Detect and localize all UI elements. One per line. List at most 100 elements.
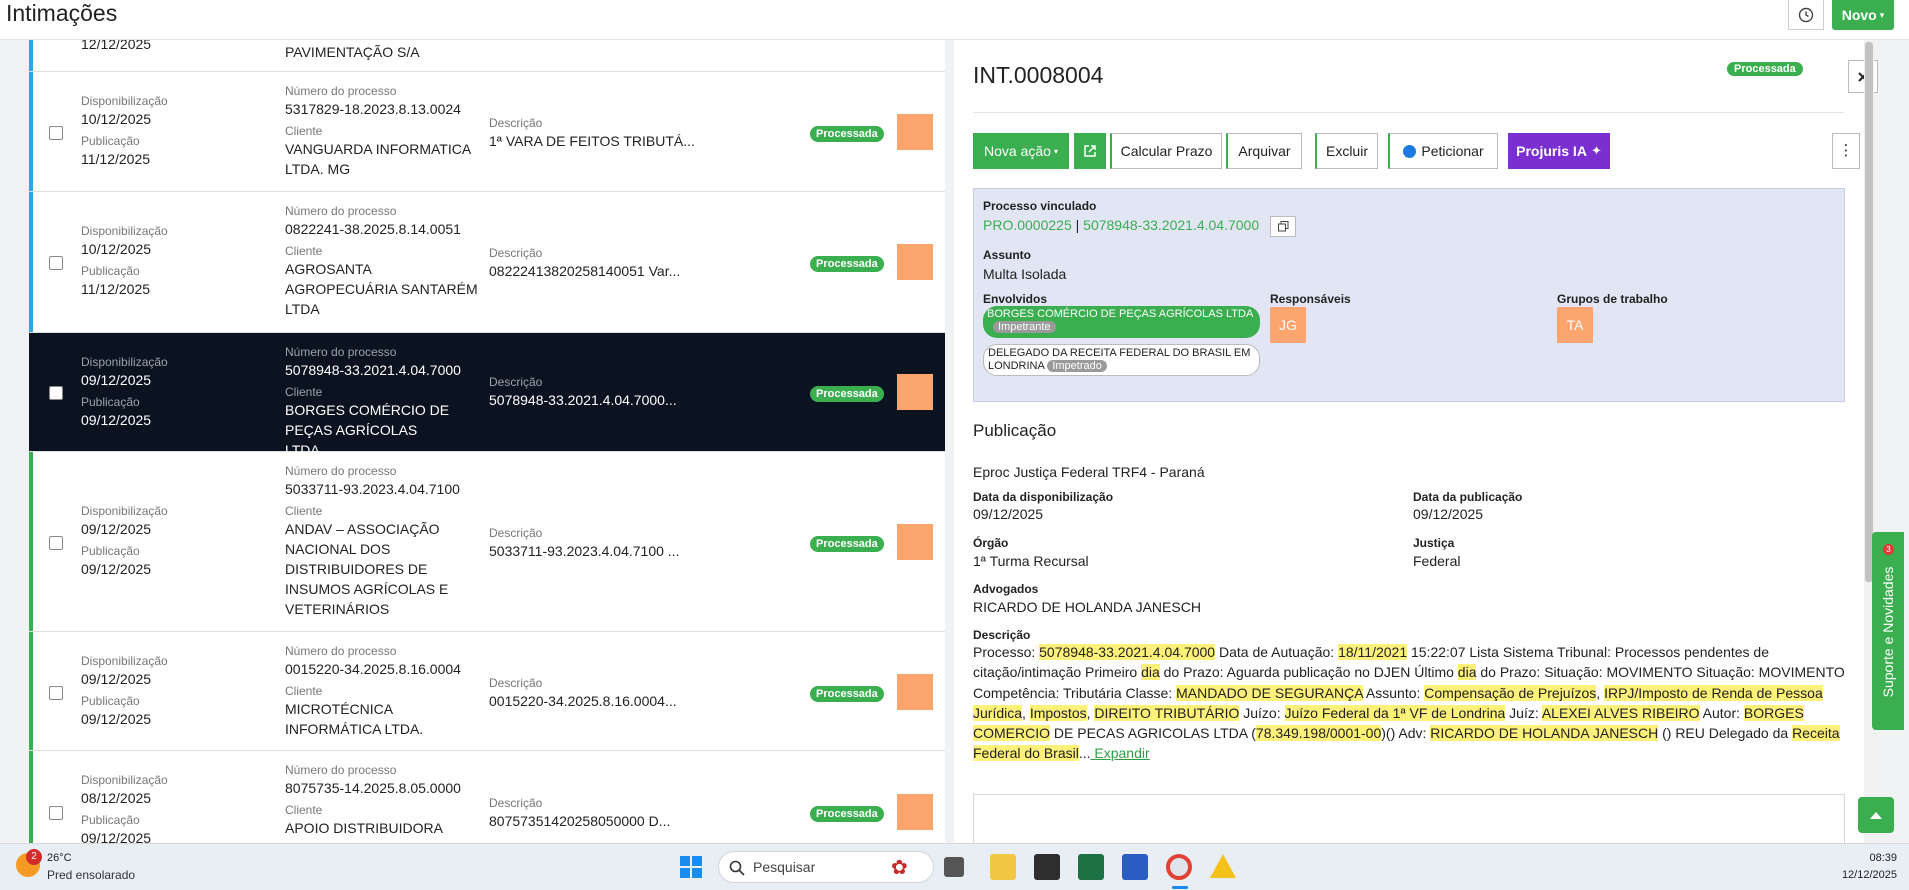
nova-acao-button[interactable]: Nova ação ▾ [973, 133, 1069, 169]
chrome-icon[interactable] [1166, 854, 1192, 880]
section-title: Publicação [973, 421, 1057, 440]
row-checkbox[interactable] [49, 686, 63, 700]
sticky-notes-icon[interactable] [1034, 854, 1060, 880]
highlighted-term: Impostos [1029, 704, 1087, 721]
arquivar-button[interactable]: Arquivar [1226, 133, 1302, 169]
intimacoes-list: 12/12/2025 PAVIMENTAÇÃO S/A Disponibiliz… [29, 40, 945, 843]
list-item[interactable]: Disponibilização 10/12/2025 Publicação 1… [29, 72, 945, 192]
status-badge: Processada [810, 806, 884, 822]
kebab-menu-icon: ⋮ [1838, 142, 1854, 159]
divider [973, 112, 1844, 113]
highlighted-term: Compensação de Prejuízos [1424, 684, 1597, 701]
history-button[interactable] [1788, 0, 1824, 30]
color-marker [897, 374, 933, 410]
windows-start-icon[interactable] [680, 856, 702, 878]
color-marker [897, 114, 933, 150]
task-view-icon[interactable] [944, 857, 964, 877]
description-segment: () REU Delegado da [1658, 725, 1793, 742]
processo-numero-link[interactable]: 5078948-33.2021.4.04.7000 [1083, 217, 1259, 233]
highlighted-term: 78.349.198/0001-00 [1255, 725, 1382, 742]
status-badge: Processada [810, 126, 884, 142]
role-tag: Impetrado [1047, 360, 1107, 372]
list-item[interactable]: Disponibilização 08/12/2025 Publicação 0… [29, 751, 945, 843]
processo-vinculado-card: Processo vinculado PRO.0000225 | 5078948… [973, 188, 1845, 402]
description-segment: Juíz: [1505, 704, 1542, 721]
holiday-decoration-icon: ✿ [891, 857, 908, 879]
more-options-button[interactable]: ⋮ [1832, 133, 1860, 169]
color-marker [897, 244, 933, 280]
description-segment: DE PECAS AGRICOLAS LTDA ( [1050, 725, 1256, 742]
description-segment: , [1022, 704, 1030, 721]
description-segment: Assunto: [1362, 684, 1425, 701]
status-badge: Processada [810, 686, 884, 702]
peticionar-button[interactable]: Peticionar [1388, 133, 1498, 169]
role-tag: Impetrante [993, 321, 1056, 333]
expandir-link[interactable]: Expandir [1091, 745, 1149, 761]
open-external-button[interactable] [1074, 133, 1106, 169]
row-checkbox[interactable] [49, 536, 63, 550]
list-item[interactable]: Disponibilização 09/12/2025 Publicação 0… [29, 632, 945, 751]
ai-sparkle-icon: ✦ [1590, 143, 1602, 158]
active-app-indicator [1172, 886, 1188, 889]
highlighted-term: MANDADO DE SEGURANÇA [1176, 684, 1363, 701]
top-bar: Intimações Novo ▾ [0, 0, 1909, 40]
avatar[interactable]: JG [1270, 307, 1306, 343]
list-item[interactable]: Disponibilização 10/12/2025 Publicação 1… [29, 192, 945, 333]
status-badge: Processada [1727, 62, 1803, 76]
description-segment: ... [1078, 745, 1091, 762]
notification-count: 3 [1883, 544, 1894, 555]
list-item[interactable]: Disponibilização 09/12/2025 Publicação 0… [29, 452, 945, 632]
scrollbar-thumb[interactable] [1865, 42, 1873, 582]
description-segment: Autor: [1699, 704, 1744, 721]
color-marker [897, 674, 933, 710]
scroll-top-button[interactable] [1858, 797, 1894, 833]
projuris-ia-button[interactable]: Projuris IA ✦ [1508, 133, 1610, 169]
peticionar-icon [1403, 144, 1417, 158]
envolvido-pill[interactable]: DELEGADO DA RECEITA FEDERAL DO BRASIL EM… [983, 344, 1260, 376]
processo-link[interactable]: PRO.0000225 [983, 217, 1072, 233]
descricao-text: Processo: 5078948-33.2021.4.04.7000 Data… [973, 642, 1847, 764]
clock-icon [1798, 7, 1814, 22]
search-icon [729, 860, 745, 876]
highlighted-term: DIREITO TRIBUTÁRIO [1094, 704, 1240, 721]
highlighted-term: 5078948-33.2021.4.04.7000 [1039, 644, 1216, 660]
page-title: Intimações [6, 0, 118, 26]
detail-panel: INT.0008004 Processada Nova ação ▾ Calcul… [954, 40, 1864, 843]
status-badge: Processada [810, 386, 884, 402]
chevron-down-icon: ▾ [1053, 146, 1058, 156]
description-segment: Processo: [973, 644, 1040, 660]
excluir-button[interactable]: Excluir [1315, 133, 1378, 169]
highlighted-term: Juízo Federal da 1ª VF de Londrina [1284, 704, 1506, 721]
color-marker [897, 524, 933, 560]
copy-icon [1277, 221, 1288, 232]
status-badge: Processada [810, 256, 884, 272]
file-explorer-icon[interactable] [990, 854, 1016, 880]
chevron-up-icon [1870, 812, 1882, 819]
row-checkbox[interactable] [49, 126, 63, 140]
description-segment: Juízo: [1239, 704, 1285, 721]
highlighted-term: dia [1141, 664, 1160, 681]
highlighted-term: 18/11/2021 [1338, 644, 1408, 660]
intimacao-id: INT.0008004 [973, 62, 1104, 88]
lower-card [973, 794, 1845, 843]
description-segment: )() Adv: [1381, 725, 1431, 742]
status-badge: Processada [810, 536, 884, 552]
taskbar-search[interactable]: Pesquisar ✿ [718, 851, 934, 883]
avatar[interactable]: TA [1557, 307, 1593, 343]
excel-icon[interactable] [1078, 854, 1104, 880]
row-checkbox[interactable] [49, 806, 63, 820]
copy-button[interactable] [1270, 216, 1296, 237]
list-item[interactable]: 12/12/2025 PAVIMENTAÇÃO S/A [29, 40, 945, 72]
list-item-selected[interactable]: Disponibilização 09/12/2025 Publicação 0… [29, 333, 945, 458]
calcular-prazo-button[interactable]: Calcular Prazo [1110, 133, 1222, 169]
external-link-icon [1084, 145, 1096, 157]
description-segment: do Prazo: Aguarda publicação no DJEN Últ… [1159, 664, 1458, 681]
suporte-novidades-tab[interactable]: 3 Suporte e Novidades [1872, 532, 1904, 730]
highlighted-term: RICARDO DE HOLANDA JANESCH [1430, 725, 1659, 742]
warning-icon[interactable] [1210, 854, 1236, 878]
novo-button[interactable]: Novo ▾ [1832, 0, 1894, 30]
envolvido-pill[interactable]: BORGES COMÉRCIO DE PEÇAS AGRÍCOLAS LTDA … [983, 306, 1260, 338]
row-checkbox[interactable] [49, 386, 63, 400]
row-checkbox[interactable] [49, 256, 63, 270]
word-icon[interactable] [1122, 854, 1148, 880]
